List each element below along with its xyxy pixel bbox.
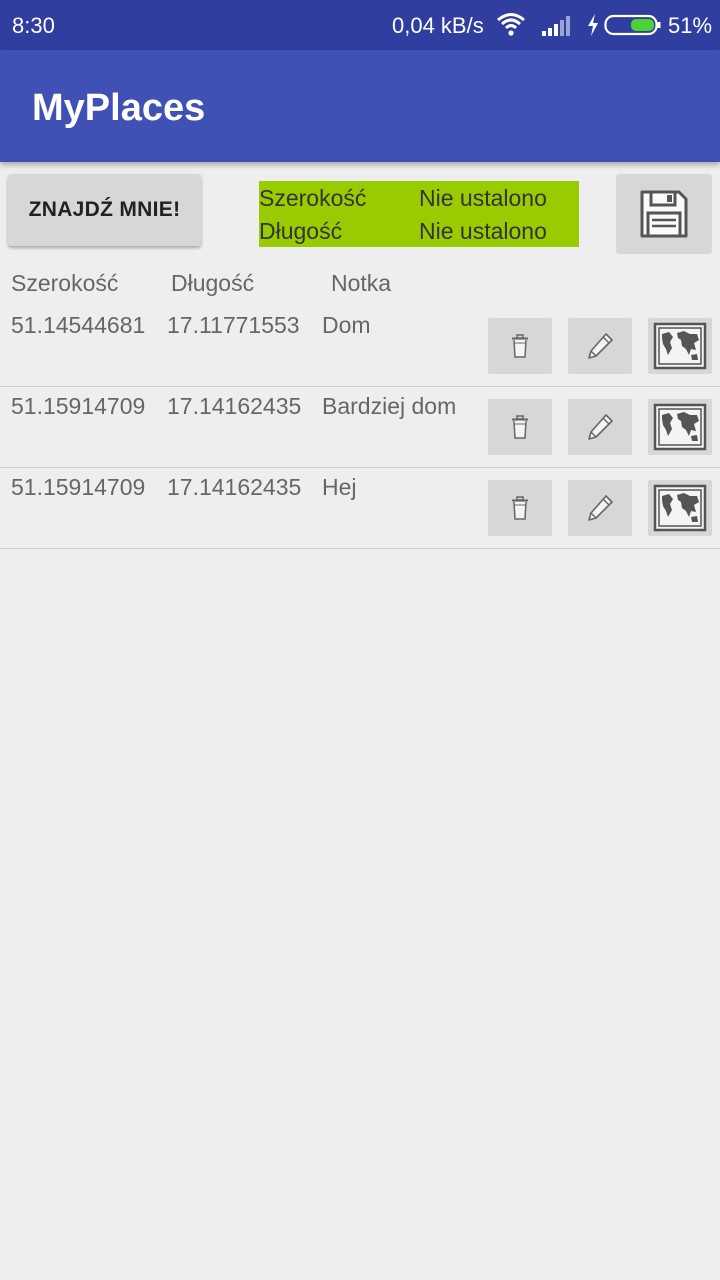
map-button[interactable] — [648, 318, 712, 374]
map-button[interactable] — [648, 480, 712, 536]
pencil-icon — [588, 333, 613, 359]
map-icon — [653, 403, 707, 451]
table-row: 51.14544681 17.11771553 Dom — [0, 306, 720, 387]
row-lat: 51.15914709 — [11, 474, 146, 500]
map-button[interactable] — [648, 399, 712, 455]
edit-button[interactable] — [568, 318, 632, 374]
header-lon: Długość — [171, 270, 255, 296]
pencil-icon — [588, 495, 613, 521]
delete-button[interactable] — [488, 318, 552, 374]
floppy-disk-icon — [640, 190, 688, 238]
header-lat: Szerokość — [11, 270, 119, 296]
delete-button[interactable] — [488, 399, 552, 455]
table-row: 51.15914709 17.14162435 Bardziej dom — [0, 387, 720, 468]
battery-icon — [604, 14, 661, 36]
current-lat-label: Szerokość — [259, 185, 367, 211]
network-speed: 0,04 kB/s — [392, 13, 484, 38]
current-lon-label: Długość — [259, 218, 343, 244]
header-note: Notka — [331, 270, 392, 296]
row-lat: 51.15914709 — [11, 393, 146, 419]
row-lon: 17.14162435 — [167, 474, 302, 500]
delete-button[interactable] — [488, 480, 552, 536]
signal-icon — [542, 16, 570, 36]
current-lat-value: Nie ustalono — [419, 185, 547, 211]
status-time: 8:30 — [12, 13, 55, 38]
save-button[interactable] — [616, 174, 712, 254]
app-title: MyPlaces — [32, 87, 206, 129]
table-row: 51.15914709 17.14162435 Hej — [0, 468, 720, 549]
row-note: Hej — [322, 474, 357, 500]
status-bar: 8:30 0,04 kB/s 51% — [0, 0, 720, 50]
app-bar: MyPlaces — [0, 50, 720, 162]
pencil-icon — [588, 414, 613, 440]
edit-button[interactable] — [568, 399, 632, 455]
charging-icon — [588, 14, 598, 36]
trash-icon — [512, 415, 528, 439]
row-lat: 51.14544681 — [11, 312, 146, 338]
wifi-icon — [497, 13, 525, 36]
row-note: Bardziej dom — [322, 393, 457, 419]
find-me-button[interactable]: ZNAJDŹ MNIE! — [8, 174, 201, 246]
map-icon — [653, 322, 707, 370]
row-note: Dom — [322, 312, 371, 338]
current-location-box: Szerokość Nie ustalono Długość Nie ustal… — [259, 181, 579, 247]
edit-button[interactable] — [568, 480, 632, 536]
current-lon-value: Nie ustalono — [419, 218, 547, 244]
trash-icon — [512, 496, 528, 520]
row-lon: 17.14162435 — [167, 393, 302, 419]
row-lon: 17.11771553 — [167, 312, 300, 338]
battery-percent: 51% — [668, 13, 713, 38]
trash-icon — [512, 334, 528, 358]
map-icon — [653, 484, 707, 532]
